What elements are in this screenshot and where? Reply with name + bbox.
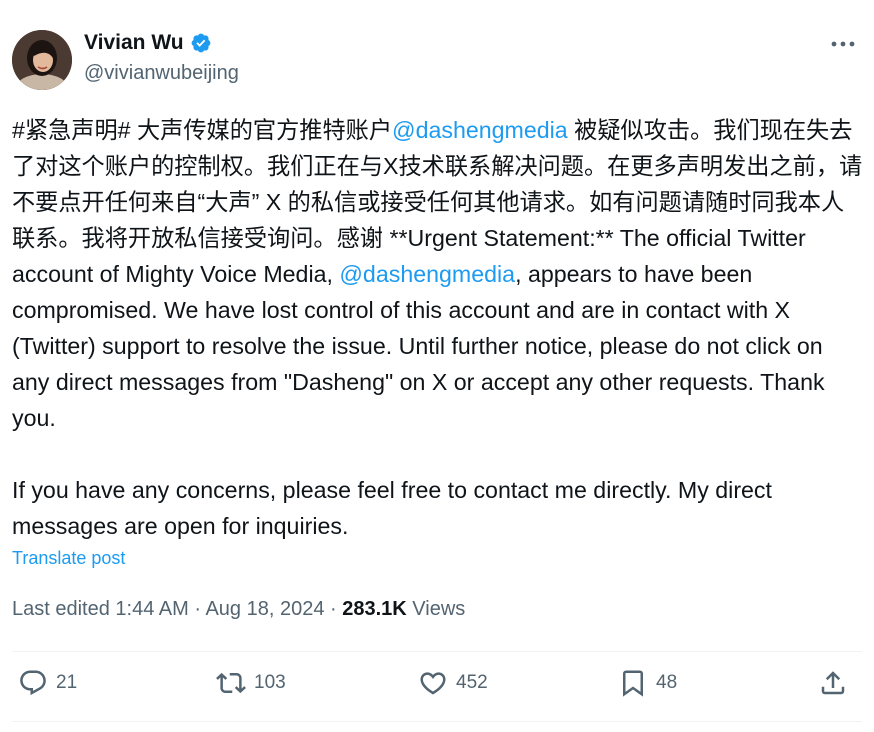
mention-link[interactable]: @dashengmedia [339, 261, 515, 287]
action-bar: 21 103 452 48 [12, 668, 862, 708]
views-count: 283.1K [342, 598, 407, 620]
post-date[interactable]: Aug 18, 2024 [205, 598, 324, 620]
reply-button[interactable]: 21 [18, 668, 77, 698]
avatar-image [12, 30, 72, 90]
divider [12, 721, 862, 722]
views-label: Views [406, 598, 466, 620]
more-options-button[interactable] [828, 34, 858, 54]
bookmark-count: 48 [656, 672, 678, 693]
post-text-segment: #紧急声明# 大声传媒的官方推特账户 [12, 117, 393, 143]
reply-icon [20, 670, 46, 696]
bookmark-icon [623, 670, 643, 697]
meta-separator: · [188, 598, 206, 620]
like-count: 452 [456, 672, 488, 693]
translate-post-link[interactable]: Translate post [12, 548, 125, 569]
post-meta: Last edited 1:44 AM · Aug 18, 2024 · 283… [12, 598, 465, 621]
repost-icon [216, 672, 246, 694]
repost-button[interactable]: 103 [216, 668, 286, 698]
verified-badge-icon[interactable] [190, 32, 212, 54]
edited-time[interactable]: Last edited 1:44 AM [12, 598, 189, 620]
post-text-segment: , appears to have been compromised. We h… [12, 261, 825, 539]
reply-count: 21 [56, 672, 78, 693]
repost-count: 103 [254, 672, 286, 693]
bookmark-button[interactable]: 48 [618, 668, 677, 698]
share-button[interactable] [818, 668, 848, 698]
meta-separator: · [324, 598, 343, 620]
author-row: Vivian Wu [84, 31, 212, 55]
divider [12, 651, 862, 652]
share-icon [821, 671, 845, 695]
more-horizontal-icon [831, 41, 855, 47]
avatar[interactable] [12, 30, 72, 90]
heart-icon [420, 672, 446, 695]
post-text: #紧急声明# 大声传媒的官方推特账户@dashengmedia 被疑似攻击。我们… [12, 112, 864, 544]
mention-link[interactable]: @dashengmedia [392, 117, 568, 143]
like-button[interactable]: 452 [418, 668, 488, 698]
author-name[interactable]: Vivian Wu [84, 31, 184, 55]
author-handle[interactable]: @vivianwubeijing [84, 62, 239, 85]
